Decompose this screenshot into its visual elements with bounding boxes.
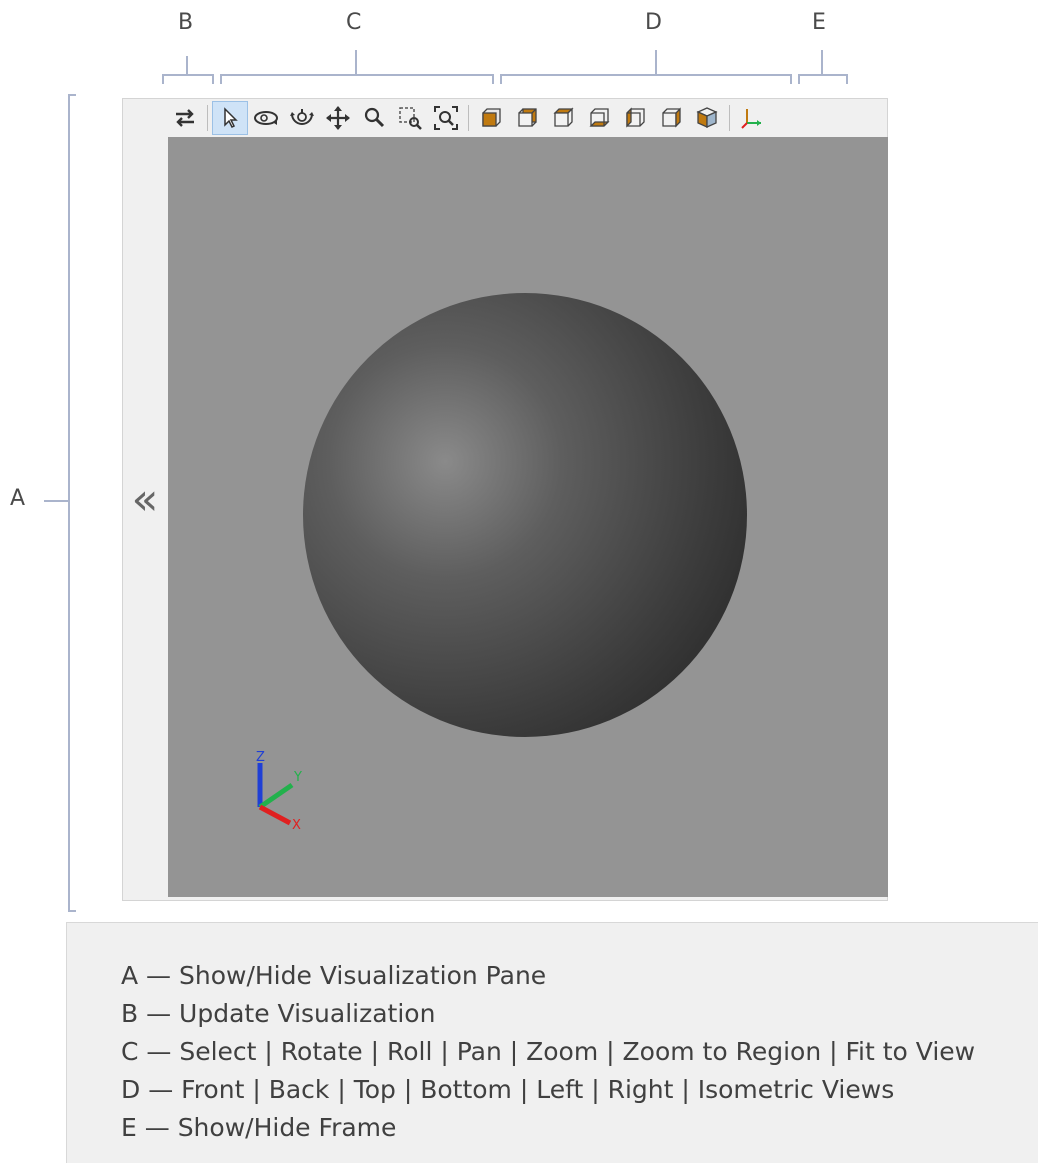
isometric-view-button[interactable]: [689, 101, 725, 135]
callout-c: C: [346, 10, 362, 35]
3d-canvas[interactable]: Z Y X: [168, 137, 888, 897]
callout-e: E: [812, 10, 826, 35]
bracket-a-tick: [44, 500, 68, 502]
zoom-to-region-icon: [399, 107, 422, 130]
legend-panel: A — Show/Hide Visualization Pane B — Upd…: [66, 922, 1038, 1163]
legend-item-b: B — Update Visualization: [121, 999, 436, 1028]
callout-b: B: [178, 10, 194, 35]
bracket-b-stem: [186, 56, 188, 74]
bottom-view-button[interactable]: [581, 101, 617, 135]
axis-triad: Z Y X: [256, 750, 302, 833]
update-visualization-icon: [176, 109, 194, 127]
select-button[interactable]: [212, 101, 248, 135]
bracket-d: [500, 74, 792, 84]
triad-x-label: X: [292, 818, 301, 833]
front-view-button[interactable]: [473, 101, 509, 135]
front-view-icon: [482, 108, 501, 127]
bracket-a: [68, 94, 76, 912]
roll-icon: [290, 109, 314, 125]
left-view-button[interactable]: [617, 101, 653, 135]
roll-button[interactable]: [284, 101, 320, 135]
legend-item-a: A — Show/Hide Visualization Pane: [121, 961, 547, 990]
triad-y-label: Y: [293, 770, 302, 785]
update-visualization-button[interactable]: [167, 101, 203, 135]
bracket-e: [798, 74, 848, 84]
collapse-pane-button[interactable]: «: [127, 469, 163, 529]
bracket-d-stem: [655, 50, 657, 74]
fit-to-view-button[interactable]: [428, 101, 464, 135]
bracket-c: [220, 74, 494, 84]
pan-button[interactable]: [320, 101, 356, 135]
right-view-button[interactable]: [653, 101, 689, 135]
isometric-view-icon: [696, 107, 718, 129]
callout-a: A: [10, 486, 26, 511]
back-view-icon: [518, 108, 537, 127]
zoom-to-region-button[interactable]: [392, 101, 428, 135]
fit-to-view-icon: [434, 106, 458, 130]
back-view-button[interactable]: [509, 101, 545, 135]
toolbar-separator: [468, 105, 469, 131]
pan-icon: [326, 106, 350, 130]
toolbar-separator: [207, 105, 208, 131]
legend-item-c: C — Select | Rotate | Roll | Pan | Zoom …: [121, 1037, 976, 1066]
top-view-button[interactable]: [545, 101, 581, 135]
left-view-icon: [626, 107, 645, 128]
show-hide-frame-icon: [741, 109, 761, 129]
visualization-toolbar: [167, 99, 887, 137]
visualization-pane: « Z Y X: [122, 98, 888, 901]
toolbar-separator: [729, 105, 730, 131]
bracket-b: [162, 74, 214, 84]
right-view-icon: [662, 107, 681, 128]
zoom-icon: [364, 107, 385, 128]
rotate-button[interactable]: [248, 101, 284, 135]
legend-item-d: D — Front | Back | Top | Bottom | Left |…: [121, 1075, 895, 1104]
select-arrow-icon: [224, 107, 238, 129]
top-view-icon: [553, 107, 574, 127]
callout-d: D: [645, 10, 662, 35]
rotate-icon: [254, 111, 278, 125]
bracket-e-stem: [821, 50, 823, 74]
bottom-view-icon: [589, 108, 610, 127]
show-hide-frame-button[interactable]: [734, 101, 770, 135]
legend-item-e: E — Show/Hide Frame: [121, 1113, 397, 1142]
bracket-c-stem: [355, 50, 357, 74]
zoom-button[interactable]: [356, 101, 392, 135]
triad-z-label: Z: [256, 750, 265, 765]
